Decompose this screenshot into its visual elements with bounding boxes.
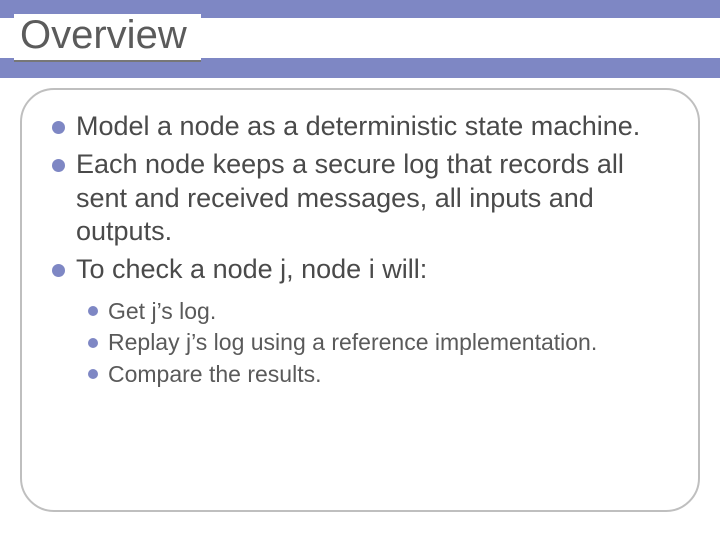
list-item: To check a node j, node i will: — [52, 253, 670, 287]
slide-title: Overview — [14, 14, 201, 62]
content-box: Model a node as a deterministic state ma… — [20, 88, 700, 512]
sub-bullet-list: Get j’s log. Replay j’s log using a refe… — [88, 297, 670, 389]
list-item: Model a node as a deterministic state ma… — [52, 110, 670, 144]
bullet-text: Replay j’s log using a reference impleme… — [108, 329, 597, 355]
main-bullet-list: Model a node as a deterministic state ma… — [52, 110, 670, 287]
list-item: Compare the results. — [88, 360, 670, 389]
bullet-text: Compare the results. — [108, 361, 321, 387]
list-item: Get j’s log. — [88, 297, 670, 326]
bullet-text: To check a node j, node i will: — [76, 254, 427, 284]
bullet-text: Each node keeps a secure log that record… — [76, 149, 624, 247]
bullet-text: Get j’s log. — [108, 298, 216, 324]
bullet-text: Model a node as a deterministic state ma… — [76, 111, 640, 141]
slide: Overview Model a node as a deterministic… — [0, 0, 720, 540]
list-item: Replay j’s log using a reference impleme… — [88, 328, 670, 357]
list-item: Each node keeps a secure log that record… — [52, 148, 670, 249]
